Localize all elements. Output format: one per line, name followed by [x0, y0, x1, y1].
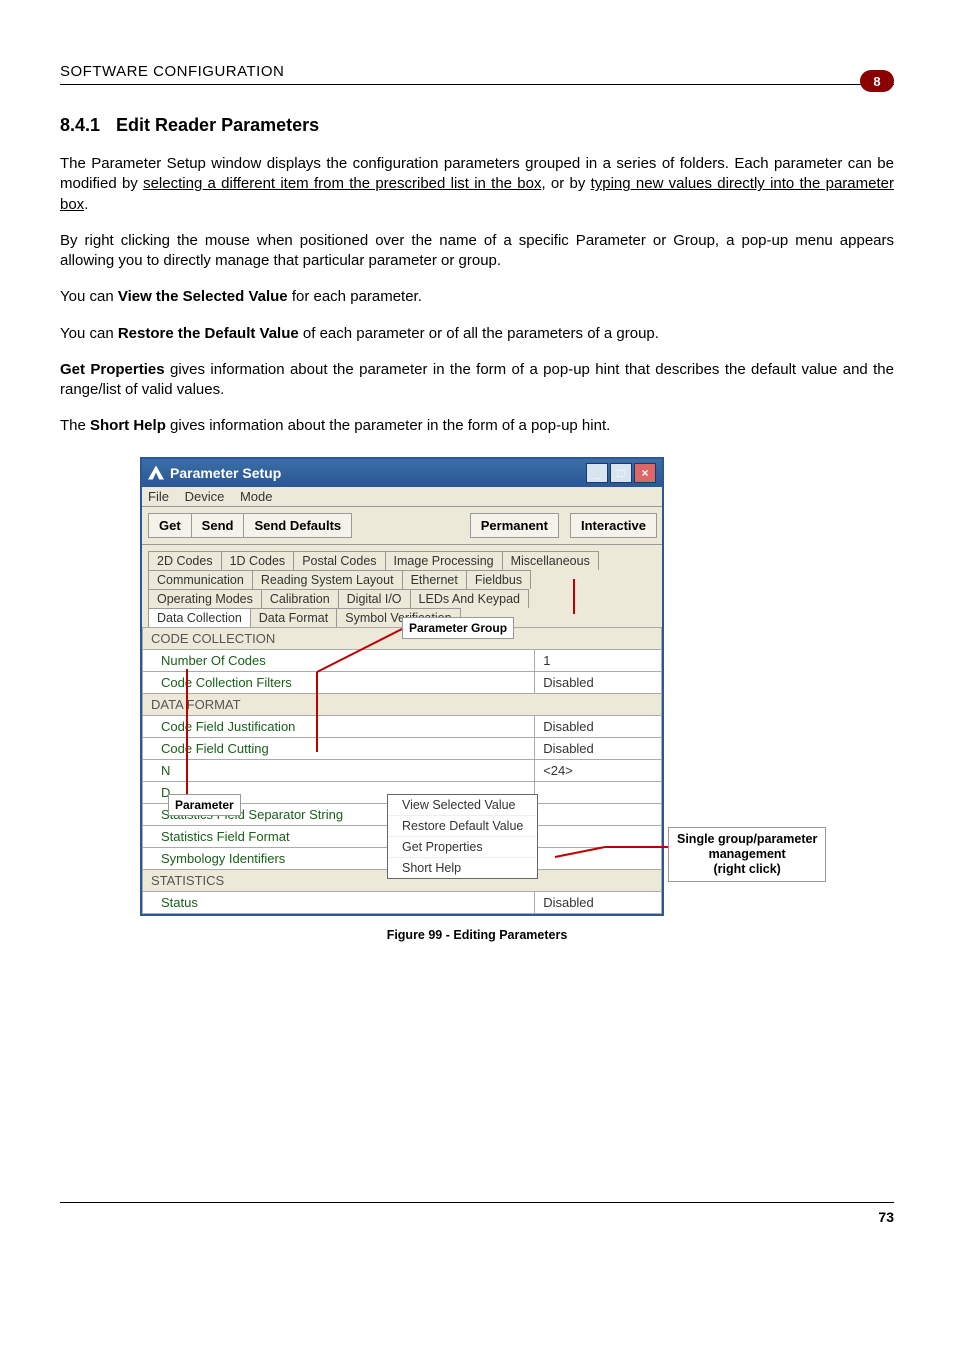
param-value[interactable]: [535, 825, 662, 847]
minimize-button[interactable]: _: [586, 463, 608, 483]
tab-2d-codes[interactable]: 2D Codes: [148, 551, 222, 570]
param-value[interactable]: [535, 803, 662, 825]
tab-data-format[interactable]: Data Format: [250, 608, 337, 627]
ctx-get-properties[interactable]: Get Properties: [388, 837, 537, 858]
table-row: N<24>: [143, 759, 662, 781]
tab-ethernet[interactable]: Ethernet: [402, 570, 467, 589]
param-number-of-codes[interactable]: Number Of Codes: [143, 649, 535, 671]
context-menu[interactable]: View Selected Value Restore Default Valu…: [387, 794, 538, 879]
callout-parameter: Parameter: [168, 794, 241, 816]
send-button[interactable]: Send: [191, 513, 245, 538]
callout-right-click: Single group/parameter management (right…: [668, 827, 826, 882]
param-value[interactable]: Disabled: [535, 671, 662, 693]
page-badge: 8: [860, 70, 894, 92]
para-5: Get Properties gives information about t…: [60, 360, 894, 401]
param-value[interactable]: Disabled: [535, 737, 662, 759]
table-row: StatusDisabled: [143, 891, 662, 913]
tab-communication[interactable]: Communication: [148, 570, 253, 589]
tab-leds-keypad[interactable]: LEDs And Keypad: [410, 589, 529, 608]
callout-parameter-group: Parameter Group: [402, 617, 514, 639]
close-button[interactable]: ×: [634, 463, 656, 483]
send-defaults-button[interactable]: Send Defaults: [243, 513, 352, 538]
titlebar[interactable]: Parameter Setup _ □ ×: [142, 459, 662, 487]
ctx-restore-default-value[interactable]: Restore Default Value: [388, 816, 537, 837]
param-code-collection-filters[interactable]: Code Collection Filters: [143, 671, 535, 693]
app-logo-icon: [148, 466, 164, 480]
ctx-view-selected-value[interactable]: View Selected Value: [388, 795, 537, 816]
tab-calibration[interactable]: Calibration: [261, 589, 339, 608]
tab-operating-modes[interactable]: Operating Modes: [148, 589, 262, 608]
permanent-button[interactable]: Permanent: [470, 513, 559, 538]
page-number: 73: [878, 1209, 894, 1225]
page-header-title: SOFTWARE CONFIGURATION: [60, 63, 284, 80]
parameter-setup-window: Parameter Setup _ □ × File Device Mode G…: [140, 457, 664, 916]
para-6: The Short Help gives information about t…: [60, 416, 894, 436]
param-n[interactable]: N: [143, 759, 535, 781]
tabs-area: 2D Codes 1D Codes Postal Codes Image Pro…: [142, 545, 662, 627]
section-heading: 8.4.1Edit Reader Parameters: [60, 115, 894, 136]
param-status[interactable]: Status: [143, 891, 535, 913]
menu-device[interactable]: Device: [185, 489, 225, 504]
table-row: Code Field CuttingDisabled: [143, 737, 662, 759]
menu-file[interactable]: File: [148, 489, 169, 504]
group-data-format: DATA FORMAT: [143, 693, 662, 715]
tab-reading-system-layout[interactable]: Reading System Layout: [252, 570, 403, 589]
tab-fieldbus[interactable]: Fieldbus: [466, 570, 531, 589]
para-2: By right clicking the mouse when positio…: [60, 231, 894, 272]
param-value[interactable]: [535, 847, 662, 869]
table-row: Code Collection FiltersDisabled: [143, 671, 662, 693]
tab-image-processing[interactable]: Image Processing: [385, 551, 503, 570]
para-3: You can View the Selected Value for each…: [60, 287, 894, 307]
tab-1d-codes[interactable]: 1D Codes: [221, 551, 295, 570]
menu-mode[interactable]: Mode: [240, 489, 273, 504]
param-value[interactable]: Disabled: [535, 891, 662, 913]
tab-data-collection[interactable]: Data Collection: [148, 608, 251, 627]
interactive-button[interactable]: Interactive: [570, 513, 657, 538]
figure-caption: Figure 99 - Editing Parameters: [60, 928, 894, 942]
menubar: File Device Mode: [142, 487, 662, 507]
param-value[interactable]: Disabled: [535, 715, 662, 737]
para-1: The Parameter Setup window displays the …: [60, 154, 894, 215]
page-footer: 73: [60, 1202, 894, 1225]
param-value[interactable]: 1: [535, 649, 662, 671]
param-code-field-justification[interactable]: Code Field Justification: [143, 715, 535, 737]
toolbar: Get Send Send Defaults Permanent Interac…: [142, 507, 662, 545]
get-button[interactable]: Get: [148, 513, 192, 538]
param-value[interactable]: <24>: [535, 759, 662, 781]
tab-postal-codes[interactable]: Postal Codes: [293, 551, 385, 570]
param-value[interactable]: [535, 781, 662, 803]
para-4: You can Restore the Default Value of eac…: [60, 324, 894, 344]
maximize-button[interactable]: □: [610, 463, 632, 483]
table-row: Number Of Codes1: [143, 649, 662, 671]
tab-miscellaneous[interactable]: Miscellaneous: [502, 551, 599, 570]
tab-digital-io[interactable]: Digital I/O: [338, 589, 411, 608]
window-title: Parameter Setup: [170, 465, 281, 481]
ctx-short-help[interactable]: Short Help: [388, 858, 537, 878]
param-code-field-cutting[interactable]: Code Field Cutting: [143, 737, 535, 759]
table-row: Code Field JustificationDisabled: [143, 715, 662, 737]
